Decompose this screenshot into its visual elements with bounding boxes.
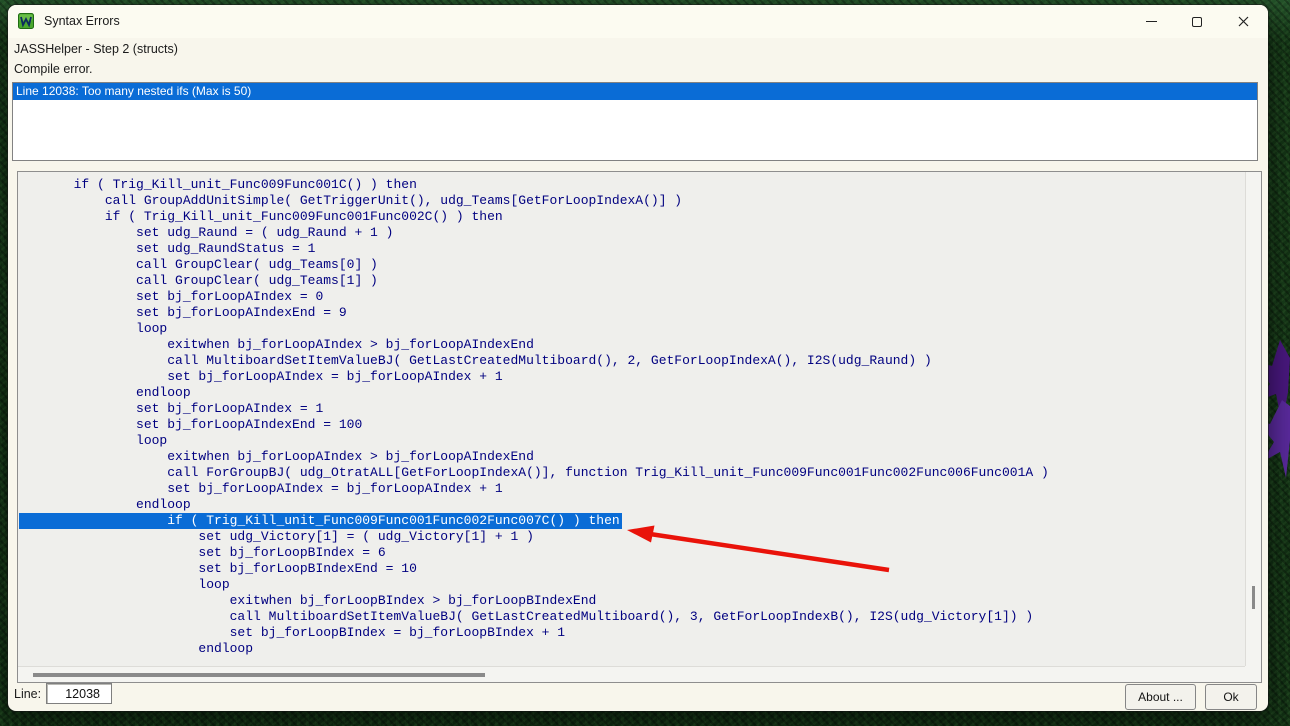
close-button[interactable]: [1220, 6, 1266, 37]
code-line: call MultiboardSetItemValueBJ( GetLastCr…: [19, 353, 932, 368]
horizontal-scrollbar[interactable]: [18, 666, 1245, 682]
code-line: if ( Trig_Kill_unit_Func009Func001Func00…: [19, 209, 503, 224]
title-bar[interactable]: Syntax Errors: [8, 5, 1268, 38]
error-list[interactable]: Line 12038: Too many nested ifs (Max is …: [12, 82, 1258, 161]
code-line: set bj_forLoopBIndexEnd = 10: [19, 561, 417, 576]
code-line: if ( Trig_Kill_unit_Func009Func001C() ) …: [19, 177, 417, 192]
code-line: endloop: [19, 641, 254, 656]
minimize-icon: [1145, 21, 1157, 22]
code-line: loop: [19, 433, 168, 448]
maximize-icon: [1192, 16, 1202, 27]
code-line: set bj_forLoopAIndexEnd = 100: [19, 417, 363, 432]
code-line: exitwhen bj_forLoopAIndex > bj_forLoopAI…: [19, 449, 534, 464]
vertical-scrollbar[interactable]: [1245, 172, 1261, 666]
code-line: set udg_Victory[1] = ( udg_Victory[1] + …: [19, 529, 534, 544]
scrollbar-corner: [1245, 666, 1261, 682]
code-line: set udg_RaundStatus = 1: [19, 241, 316, 256]
compiler-step-label: JASSHelper - Step 2 (structs): [14, 42, 178, 56]
code-line: set bj_forLoopAIndexEnd = 9: [19, 305, 347, 320]
code-line: endloop: [19, 497, 191, 512]
ok-button[interactable]: Ok: [1205, 684, 1257, 710]
about-button[interactable]: About ...: [1125, 684, 1196, 710]
code-line: call GroupAddUnitSimple( GetTriggerUnit(…: [19, 193, 683, 208]
minimize-button[interactable]: [1128, 6, 1174, 37]
code-line: call ForGroupBJ( udg_OtratALL[GetForLoop…: [19, 465, 1049, 480]
code-line: exitwhen bj_forLoopBIndex > bj_forLoopBI…: [19, 593, 597, 608]
code-line: exitwhen bj_forLoopAIndex > bj_forLoopAI…: [19, 337, 534, 352]
code-line: set bj_forLoopAIndex = 0: [19, 289, 324, 304]
code-line-highlighted: if ( Trig_Kill_unit_Func009Func001Func00…: [19, 513, 622, 529]
window-title: Syntax Errors: [44, 14, 120, 28]
code-line: set bj_forLoopAIndex = 1: [19, 401, 324, 416]
line-number-input[interactable]: [46, 683, 112, 704]
syntax-errors-window: Syntax Errors JASSHelper - Step 2 (struc…: [8, 5, 1268, 711]
line-number-label: Line:: [14, 687, 42, 701]
close-icon: [1238, 16, 1248, 27]
code-line: endloop: [19, 385, 191, 400]
code-line: call MultiboardSetItemValueBJ( GetLastCr…: [19, 609, 1034, 624]
jasshelper-app-icon: [18, 13, 34, 29]
horizontal-scrollbar-thumb[interactable]: [33, 673, 485, 677]
code-line: call GroupClear( udg_Teams[0] ): [19, 257, 378, 272]
code-line: loop: [19, 321, 168, 336]
code-line: set udg_Raund = ( udg_Raund + 1 ): [19, 225, 394, 240]
code-line: set bj_forLoopBIndex = 6: [19, 545, 386, 560]
code-content[interactable]: if ( Trig_Kill_unit_Func009Func001C() ) …: [19, 172, 1244, 665]
vertical-scrollbar-thumb[interactable]: [1252, 586, 1255, 609]
maximize-button[interactable]: [1174, 6, 1220, 37]
code-line: set bj_forLoopBIndex = bj_forLoopBIndex …: [19, 625, 566, 640]
compile-status-label: Compile error.: [14, 62, 93, 76]
code-line: call GroupClear( udg_Teams[1] ): [19, 273, 378, 288]
code-line: set bj_forLoopAIndex = bj_forLoopAIndex …: [19, 481, 503, 496]
error-list-item[interactable]: Line 12038: Too many nested ifs (Max is …: [13, 83, 1257, 100]
code-panel: if ( Trig_Kill_unit_Func009Func001C() ) …: [17, 171, 1262, 683]
code-line: loop: [19, 577, 230, 592]
code-line: set bj_forLoopAIndex = bj_forLoopAIndex …: [19, 369, 503, 384]
